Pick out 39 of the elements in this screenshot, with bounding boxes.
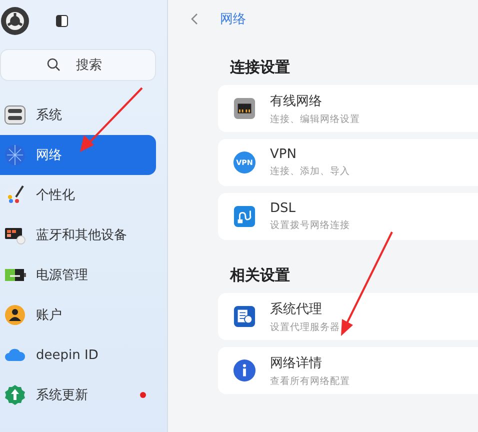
card-title: 网络详情	[270, 354, 323, 372]
card-title: VPN	[270, 147, 298, 162]
ethernet-port-icon	[233, 97, 256, 120]
card-title: 有线网络	[270, 92, 323, 110]
sidebar-item[interactable]: 电源管理	[0, 255, 156, 295]
info-icon	[233, 359, 256, 382]
card-subtitle: 设置代理服务器	[270, 320, 340, 334]
page-title: 网络	[220, 11, 246, 28]
settings-card[interactable]: 网络详情 查看所有网络配置	[218, 347, 478, 394]
sidebar-item[interactable]: 系统更新	[0, 375, 156, 415]
card-title: 系统代理	[270, 300, 323, 318]
sidebar-item[interactable]: 个性化	[0, 175, 156, 215]
settings-card[interactable]: DSL 设置拨号网络连接	[218, 193, 478, 240]
card-title: DSL	[270, 201, 297, 216]
search-icon	[47, 58, 60, 71]
card-subtitle: 连接、添加、导入	[270, 165, 350, 178]
globe-icon	[4, 144, 26, 166]
user-icon	[4, 304, 26, 326]
sidebar-item[interactable]: deepin ID	[0, 335, 156, 375]
sidebar-item[interactable]: 账户	[0, 295, 156, 335]
annotation-arrow	[80, 87, 143, 152]
section-heading: 相关设置	[228, 265, 291, 286]
sidebar-item[interactable]: 系统	[0, 95, 156, 135]
server-globe-icon	[233, 305, 256, 328]
settings-card[interactable]: 有线网络 连接、编辑网络设置	[218, 85, 478, 132]
card-subtitle: 连接、编辑网络设置	[270, 112, 360, 126]
palette-brush-icon	[4, 184, 26, 206]
card-subtitle: 设置拨号网络连接	[270, 219, 350, 232]
sidebar-item[interactable]: 网络	[0, 135, 156, 175]
section-heading: 连接设置	[229, 57, 291, 78]
dial-curve-icon	[233, 205, 256, 228]
sidebar-item[interactable]: 蓝牙和其他设备	[0, 215, 156, 255]
settings-card[interactable]: 系统代理 设置代理服务器	[218, 293, 478, 340]
card-subtitle: 查看所有网络配置	[270, 374, 350, 388]
sidebar-toggle-icon[interactable]	[56, 15, 68, 27]
back-chevron-icon[interactable]	[190, 12, 200, 26]
update-icon	[4, 384, 26, 406]
toggle-panel-icon	[4, 104, 26, 126]
search-field[interactable]: 搜索	[0, 49, 156, 81]
